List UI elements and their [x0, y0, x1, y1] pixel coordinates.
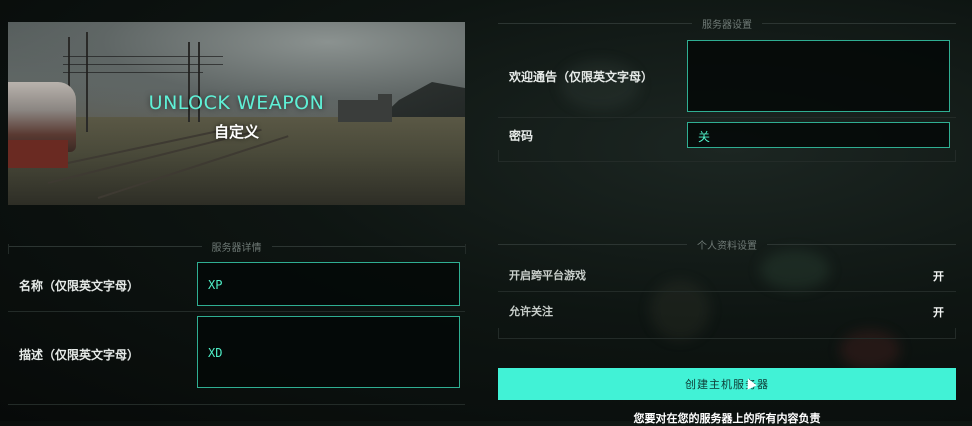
- server-settings-header: 服务器设置: [498, 16, 956, 31]
- header-line: [767, 244, 956, 245]
- header-line: [8, 246, 202, 247]
- password-value: 关: [698, 130, 711, 144]
- section-bottom-divider: [498, 338, 956, 339]
- background-blur: [650, 280, 710, 340]
- banner-title: UNLOCK WEAPON: [148, 92, 325, 114]
- password-input[interactable]: 关: [687, 122, 950, 148]
- server-name-label: 名称（仅限英文字母）: [19, 279, 140, 293]
- server-details-title: 服务器详情: [211, 243, 262, 254]
- crossplay-label: 开启跨平台游戏: [509, 269, 586, 282]
- header-line: [498, 244, 687, 245]
- background-blur: [840, 330, 900, 370]
- server-description-label: 描述（仅限英文字母）: [19, 348, 140, 362]
- section-border: [955, 328, 956, 339]
- banner-wire: [63, 72, 203, 73]
- banner-wire: [63, 64, 223, 65]
- profile-settings-title: 个人资料设置: [697, 241, 757, 252]
- section-bottom-divider: [8, 404, 465, 405]
- row-divider: [8, 311, 465, 312]
- server-description-input[interactable]: XD: [197, 316, 460, 388]
- password-label: 密码: [509, 129, 534, 143]
- header-line: [271, 246, 465, 247]
- welcome-message-label: 欢迎通告（仅限英文字母）: [509, 70, 654, 84]
- server-name-input[interactable]: XP: [197, 262, 460, 306]
- server-details-header: 服务器详情: [8, 239, 465, 254]
- section-bottom-divider: [498, 161, 956, 162]
- profile-settings-header: 个人资料设置: [498, 237, 956, 252]
- banner-subtitle: 自定义: [213, 123, 259, 141]
- allow-follow-label: 允许关注: [509, 305, 553, 318]
- welcome-message-input[interactable]: [687, 40, 950, 112]
- crossplay-toggle[interactable]: 开: [933, 268, 944, 284]
- responsibility-notice: 您要对在您的服务器上的所有内容负责: [633, 412, 821, 425]
- row-divider: [498, 291, 956, 292]
- section-border: [465, 244, 466, 254]
- banner-wire: [63, 56, 223, 57]
- background-blur: [760, 250, 830, 290]
- server-name-value: XP: [208, 278, 223, 292]
- create-server-button[interactable]: 创建主机服务器: [498, 368, 956, 400]
- map-banner[interactable]: UNLOCK WEAPON 自定义: [8, 22, 465, 205]
- header-line: [498, 23, 692, 24]
- server-settings-title: 服务器设置: [702, 20, 752, 31]
- server-description-value: XD: [208, 346, 223, 360]
- row-divider: [498, 117, 956, 118]
- section-border: [498, 150, 499, 162]
- section-border: [955, 150, 956, 162]
- banner-pole: [86, 32, 88, 132]
- header-line: [762, 23, 956, 24]
- section-border: [498, 328, 499, 339]
- banner-train: [8, 140, 68, 168]
- section-border: [8, 244, 9, 254]
- allow-follow-toggle[interactable]: 开: [933, 304, 944, 320]
